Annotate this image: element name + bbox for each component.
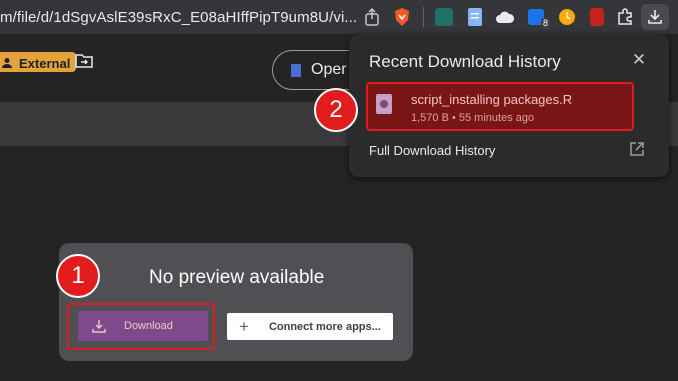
download-item-meta: 1,570 B • 55 minutes ago xyxy=(411,112,535,124)
cloud-extension-icon[interactable] xyxy=(495,7,515,27)
clock-extension-icon[interactable] xyxy=(557,7,577,27)
open-with-label: Oper xyxy=(311,61,347,78)
downloads-icon[interactable] xyxy=(641,4,669,30)
docs-icon xyxy=(291,63,301,77)
download-item[interactable]: script_installing packages.R 1,570 B • 5… xyxy=(366,82,634,131)
browser-toolbar: m/file/d/1dSgvAslE39sRxC_E08aHIffPipT9um… xyxy=(0,0,678,34)
download-item-name: script_installing packages.R xyxy=(411,92,573,107)
address-bar-url[interactable]: m/file/d/1dSgvAslE39sRxC_E08aHIffPipT9um… xyxy=(0,9,357,26)
full-download-history-link[interactable]: Full Download History xyxy=(369,143,495,158)
red-book-extension-icon[interactable] xyxy=(587,7,607,27)
extensions-puzzle-icon[interactable] xyxy=(615,7,635,27)
connect-more-apps-label: Connect more apps... xyxy=(268,320,381,333)
add-to-drive-icon[interactable] xyxy=(75,52,93,68)
extension-badge-count: 8 xyxy=(540,18,550,29)
open-external-icon[interactable] xyxy=(629,141,647,159)
screen: m/file/d/1dSgvAslE39sRxC_E08aHIffPipT9um… xyxy=(0,0,678,381)
plus-icon: + xyxy=(239,316,249,336)
no-preview-title: No preview available xyxy=(149,267,325,288)
share-icon[interactable] xyxy=(362,7,382,27)
download-highlight-box xyxy=(67,303,215,350)
toolbar-divider xyxy=(423,7,424,27)
extension-teal-icon[interactable] xyxy=(434,7,454,27)
extension-badge-icon[interactable]: 8 xyxy=(526,7,550,29)
step-badge-1: 1 xyxy=(56,254,100,298)
step-badge-2: 2 xyxy=(314,88,358,132)
download-history-popup: Recent Download History ✕ script_install… xyxy=(349,34,669,177)
brave-shield-icon[interactable] xyxy=(392,7,412,27)
document-extension-icon[interactable] xyxy=(465,7,485,27)
people-icon xyxy=(2,58,12,68)
file-icon xyxy=(376,94,392,114)
connect-more-apps-button[interactable]: + Connect more apps... xyxy=(227,313,393,340)
external-badge: External xyxy=(0,52,77,72)
external-label: External xyxy=(19,55,71,71)
close-icon[interactable]: ✕ xyxy=(629,50,649,70)
popup-title: Recent Download History xyxy=(369,52,561,71)
